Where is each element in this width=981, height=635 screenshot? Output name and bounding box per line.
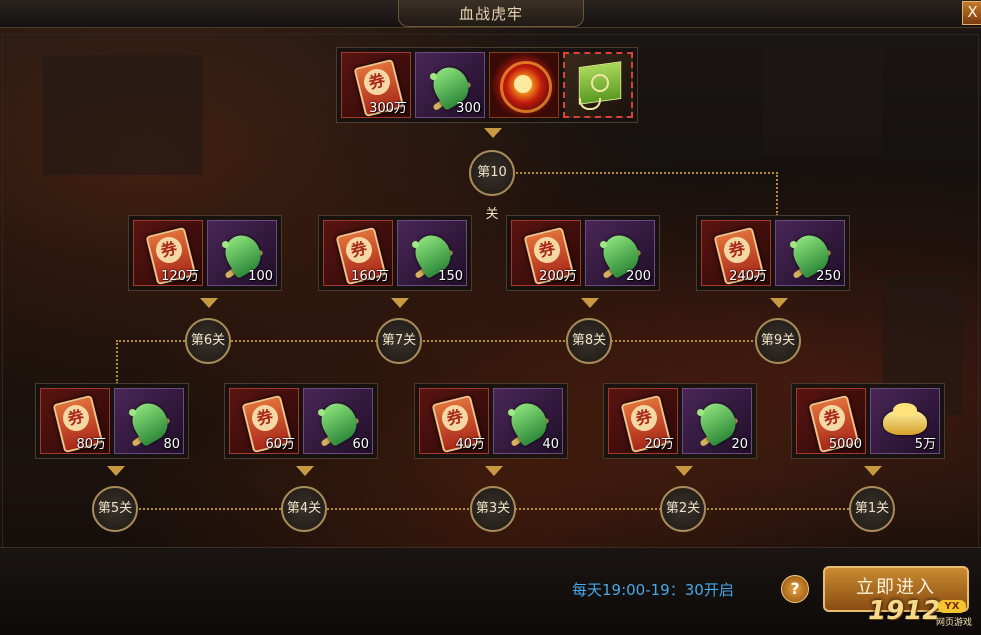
jade-fish-icon[interactable]: 40 — [493, 388, 563, 454]
title-plate: 血战虎牢 — [398, 0, 584, 27]
reward-quantity: 20万 — [644, 437, 674, 452]
reward-panel-stage-6: 券 120万 100 — [128, 215, 282, 291]
coupon-ticket-icon[interactable]: 券 240万 — [701, 220, 771, 286]
reward-quantity: 80万 — [76, 437, 106, 452]
stage-node[interactable]: 第3关 — [470, 486, 516, 532]
stage-node[interactable]: 第2关 — [660, 486, 706, 532]
fire-orb-icon[interactable] — [489, 52, 559, 118]
jade-fish-icon[interactable]: 100 — [207, 220, 277, 286]
stage-node[interactable]: 第8关 — [566, 318, 612, 364]
stage-node[interactable]: 第6关 — [185, 318, 231, 364]
jade-fish-icon[interactable]: 200 — [585, 220, 655, 286]
down-arrow-icon — [770, 298, 788, 308]
down-arrow-icon — [864, 466, 882, 476]
reward-quantity: 60万 — [265, 437, 295, 452]
reward-quantity: 80 — [163, 437, 180, 452]
reward-quantity: 100 — [248, 269, 273, 284]
down-arrow-icon — [200, 298, 218, 308]
reward-panel-stage-8: 券 200万 200 — [506, 215, 660, 291]
jade-fish-icon[interactable]: 80 — [114, 388, 184, 454]
coupon-ticket-icon[interactable]: 券 80万 — [40, 388, 110, 454]
path-10-9-drop — [776, 172, 778, 216]
reward-quantity: 5万 — [914, 437, 936, 452]
title-bar: 血战虎牢 X — [0, 0, 981, 28]
down-arrow-icon — [391, 298, 409, 308]
watermark-number: 1912 — [868, 596, 941, 626]
reward-quantity: 5000 — [828, 437, 862, 452]
reward-quantity: 250 — [816, 269, 841, 284]
coupon-ticket-icon[interactable]: 券 120万 — [133, 220, 203, 286]
down-arrow-icon — [675, 466, 693, 476]
reward-quantity: 20 — [731, 437, 748, 452]
gold-ingot-icon[interactable]: 5万 — [870, 388, 940, 454]
stage-node[interactable]: 第1关 — [849, 486, 895, 532]
help-button[interactable]: ? — [781, 575, 809, 603]
reward-quantity: 150 — [438, 269, 463, 284]
jade-fish-icon[interactable]: 150 — [397, 220, 467, 286]
stage-node[interactable]: 第10关 — [469, 150, 515, 222]
stage-node[interactable]: 第9关 — [755, 318, 801, 364]
coupon-ticket-icon[interactable]: 券 200万 — [511, 220, 581, 286]
reward-quantity: 60 — [352, 437, 369, 452]
reward-quantity: 300万 — [369, 101, 407, 116]
close-button[interactable]: X — [962, 1, 981, 25]
reward-panel-stage-4: 券 60万 60 — [224, 383, 378, 459]
coupon-ticket-icon[interactable]: 券 40万 — [419, 388, 489, 454]
reward-panel-stage-9: 券 240万 250 — [696, 215, 850, 291]
reward-quantity: 40万 — [455, 437, 485, 452]
jade-fish-icon[interactable]: 250 — [775, 220, 845, 286]
stage-node[interactable]: 第5关 — [92, 486, 138, 532]
reward-panel-stage-3: 券 40万 40 — [414, 383, 568, 459]
game-window: 血战虎牢 X 券 300万 300 第10关券 120万 100 第6关 券 160万 150 第7… — [0, 0, 981, 635]
down-arrow-icon — [485, 466, 503, 476]
reward-quantity: 120万 — [161, 269, 199, 284]
reward-quantity: 240万 — [729, 269, 767, 284]
reward-panel-stage-2: 券 20万 20 — [603, 383, 757, 459]
path-10-9 — [516, 172, 778, 174]
background-pagoda — [43, 55, 203, 175]
coupon-ticket-icon[interactable]: 券 5000 — [796, 388, 866, 454]
schedule-text: 每天19:00-19：30开启 — [572, 581, 734, 599]
watermark-subtitle: 网页游戏 — [936, 618, 973, 628]
reward-quantity: 200 — [626, 269, 651, 284]
coupon-ticket-icon[interactable]: 券 300万 — [341, 52, 411, 118]
jade-fish-icon[interactable]: 20 — [682, 388, 752, 454]
down-arrow-icon — [484, 128, 502, 138]
reward-panel-stage-7: 券 160万 150 — [318, 215, 472, 291]
reward-panel-stage-1: 券 5000 5万 — [791, 383, 945, 459]
site-watermark-logo: 1912 YX 网页游戏 — [868, 596, 974, 630]
watermark-badge: YX — [938, 600, 966, 613]
coupon-ticket-icon[interactable]: 券 160万 — [323, 220, 393, 286]
window-title: 血战虎牢 — [458, 5, 523, 23]
reward-panel-stage-10: 券 300万 300 — [336, 47, 638, 123]
jade-fish-icon[interactable]: 300 — [415, 52, 485, 118]
jade-fish-icon[interactable]: 60 — [303, 388, 373, 454]
stage-node[interactable]: 第4关 — [281, 486, 327, 532]
stage-node[interactable]: 第7关 — [376, 318, 422, 364]
down-arrow-icon — [107, 466, 125, 476]
background-tower — [763, 45, 883, 155]
reward-quantity: 200万 — [539, 269, 577, 284]
path-6-5-drop — [116, 340, 118, 384]
reward-quantity: 300 — [456, 101, 481, 116]
gift-box-icon[interactable] — [563, 52, 633, 118]
coupon-ticket-icon[interactable]: 券 20万 — [608, 388, 678, 454]
down-arrow-icon — [581, 298, 599, 308]
reward-quantity: 160万 — [351, 269, 389, 284]
reward-panel-stage-5: 券 80万 80 — [35, 383, 189, 459]
down-arrow-icon — [296, 466, 314, 476]
reward-quantity: 40 — [542, 437, 559, 452]
coupon-ticket-icon[interactable]: 券 60万 — [229, 388, 299, 454]
